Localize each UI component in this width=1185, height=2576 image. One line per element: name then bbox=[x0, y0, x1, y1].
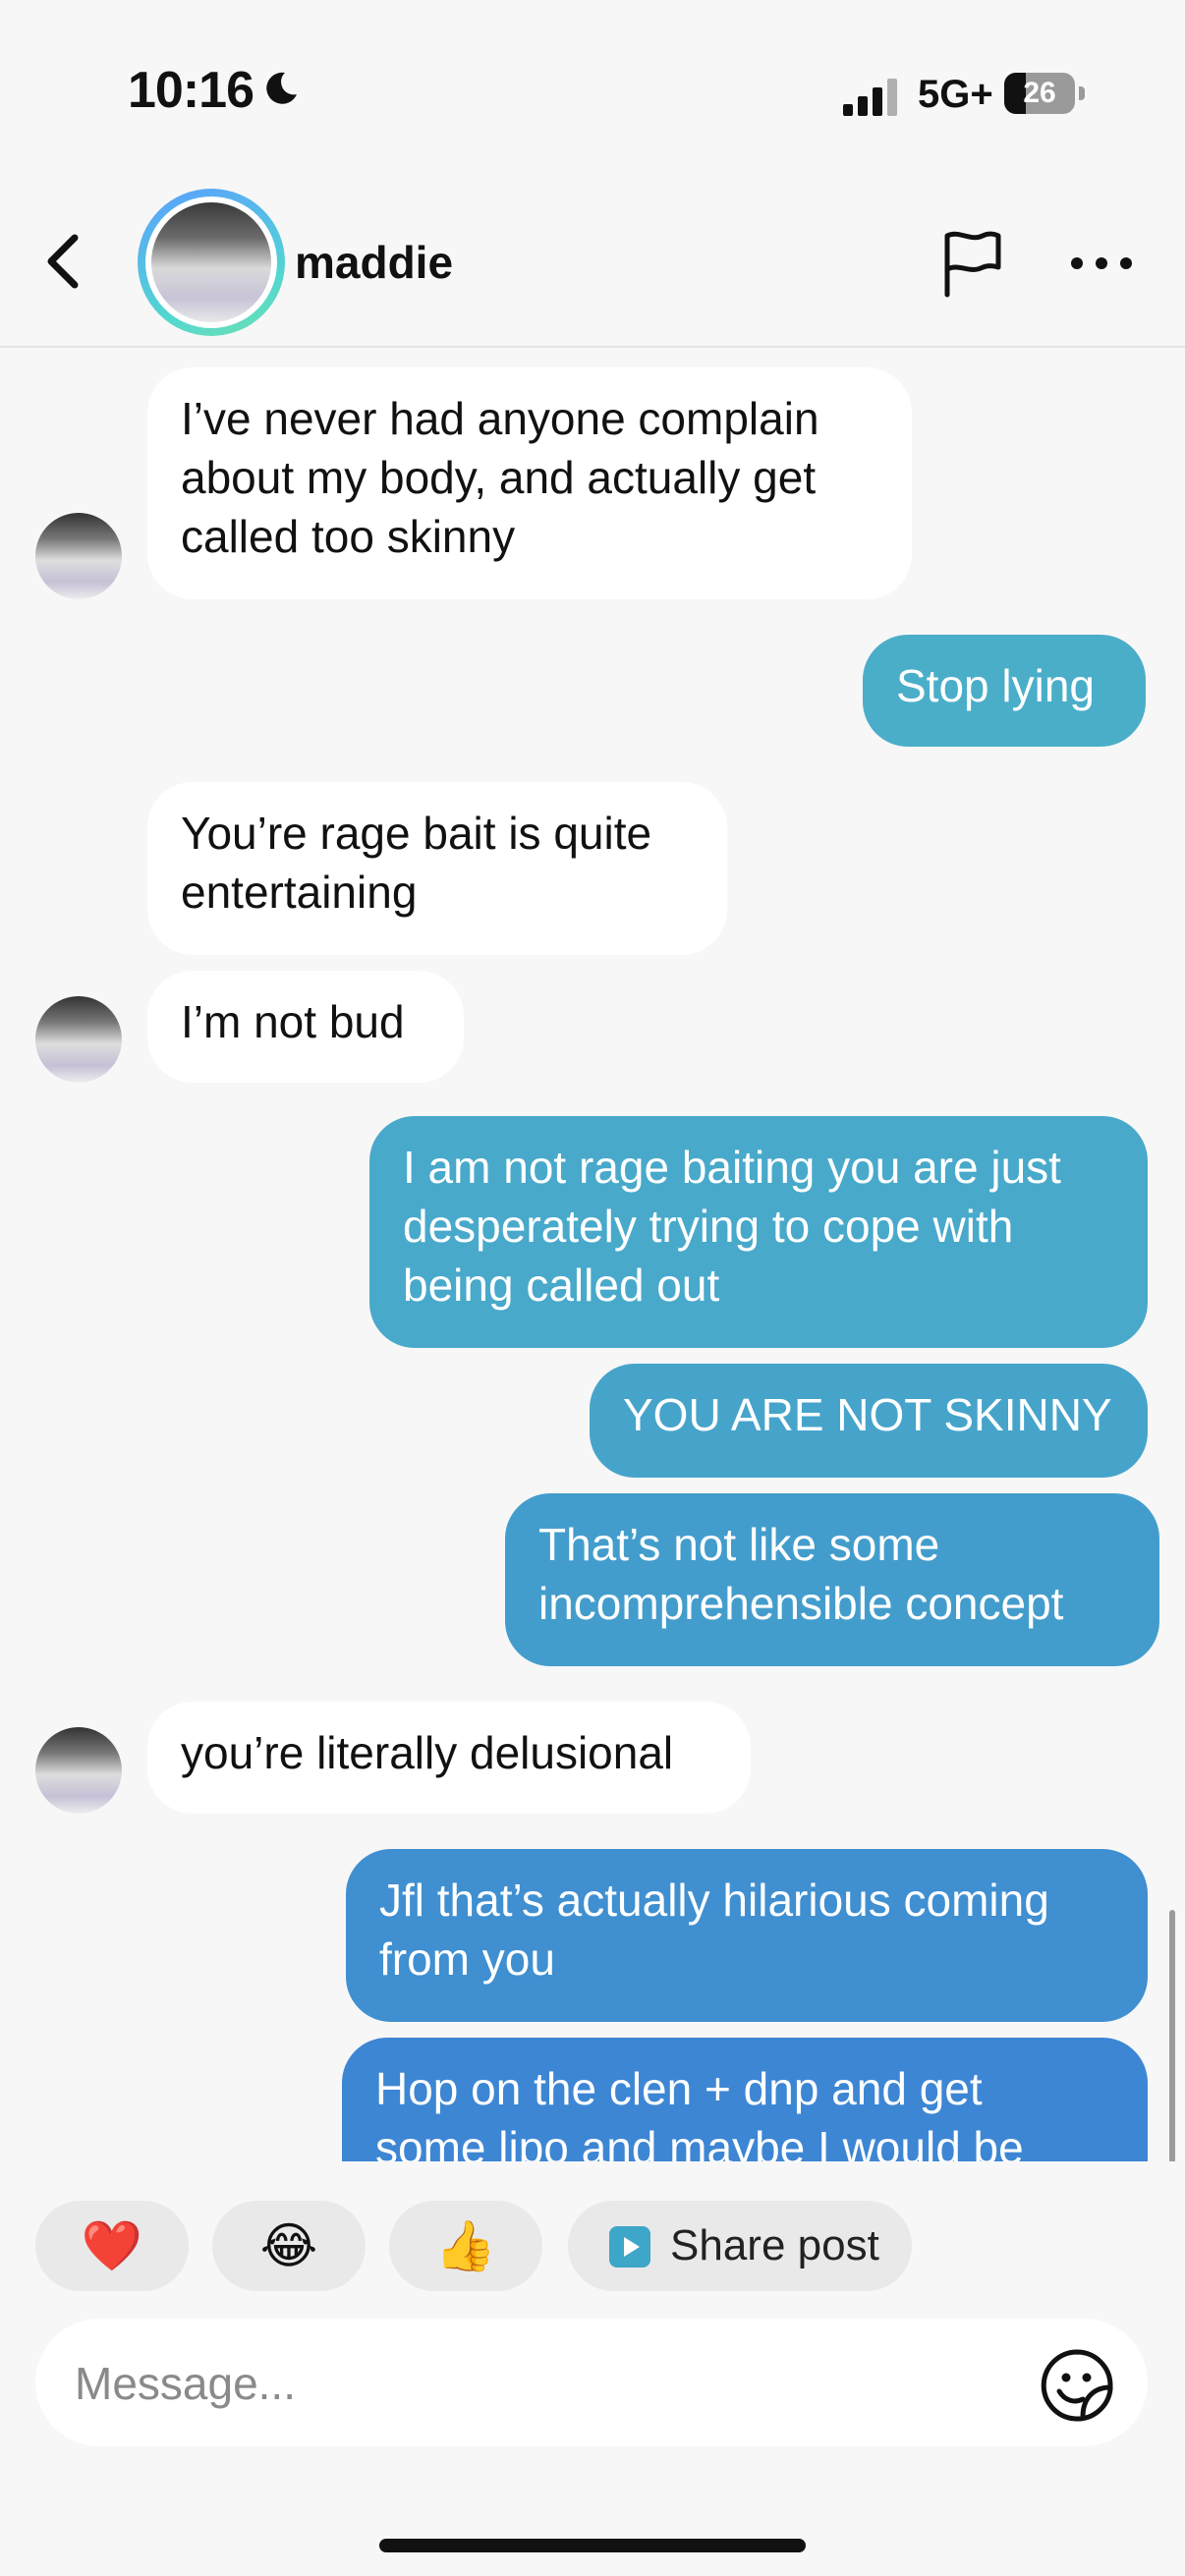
message-bubble-outgoing[interactable]: Stop lying bbox=[863, 635, 1146, 747]
sender-avatar[interactable] bbox=[35, 1727, 122, 1814]
reaction-thumbs-up-button[interactable]: 👍 bbox=[389, 2201, 542, 2291]
share-post-label: Share post bbox=[670, 2221, 879, 2269]
message-bubble-outgoing[interactable]: Hop on the clen + dnp and get some lipo … bbox=[342, 2038, 1148, 2161]
moon-icon bbox=[266, 72, 297, 104]
signal-icon bbox=[843, 79, 897, 116]
message-bubble-incoming[interactable]: you’re literally delusional bbox=[147, 1702, 751, 1814]
message-composer bbox=[35, 2319, 1148, 2446]
network-type: 5G+ bbox=[918, 73, 993, 116]
sender-avatar[interactable] bbox=[35, 513, 122, 599]
message-bubble-outgoing[interactable]: YOU ARE NOT SKINNY bbox=[590, 1364, 1148, 1478]
message-input[interactable] bbox=[73, 2340, 1000, 2427]
message-bubble-outgoing[interactable]: I am not rage baiting you are just despe… bbox=[369, 1116, 1148, 1348]
message-bubble-outgoing[interactable]: That’s not like some incomprehensible co… bbox=[505, 1493, 1159, 1666]
battery-level: 26 bbox=[1023, 77, 1056, 109]
message-bubble-incoming[interactable]: I’ve never had anyone complain about my … bbox=[147, 367, 912, 599]
back-arrow-icon[interactable] bbox=[37, 230, 92, 293]
chat-username[interactable]: maddie bbox=[295, 236, 453, 289]
play-icon bbox=[609, 2226, 650, 2268]
message-bubble-incoming[interactable]: I’m not bud bbox=[147, 971, 464, 1083]
more-options-icon[interactable] bbox=[1067, 252, 1136, 275]
message-bubble-outgoing[interactable]: Jfl that’s actually hilarious coming fro… bbox=[346, 1849, 1148, 2022]
status-time: 10:16 bbox=[128, 62, 254, 119]
sticker-icon[interactable] bbox=[1040, 2348, 1114, 2423]
reaction-heart-button[interactable]: ❤️ bbox=[35, 2201, 189, 2291]
scrollbar[interactable] bbox=[1169, 1910, 1175, 2161]
chat-header: maddie bbox=[0, 167, 1185, 348]
profile-avatar[interactable] bbox=[138, 189, 285, 336]
avatar-photo bbox=[151, 202, 271, 322]
sender-avatar[interactable] bbox=[35, 996, 122, 1083]
home-indicator[interactable] bbox=[379, 2539, 806, 2552]
flag-icon[interactable] bbox=[937, 228, 1006, 299]
status-bar: 10:16 5G+ 26 bbox=[0, 0, 1185, 167]
reaction-laugh-button[interactable]: 😂 bbox=[212, 2201, 366, 2291]
share-post-button[interactable]: Share post bbox=[568, 2201, 912, 2291]
battery-icon: 26 bbox=[1004, 73, 1085, 114]
message-thread[interactable]: I’ve never had anyone complain about my … bbox=[0, 348, 1185, 2161]
message-bubble-incoming[interactable]: You’re rage bait is quite entertaining bbox=[147, 782, 727, 955]
